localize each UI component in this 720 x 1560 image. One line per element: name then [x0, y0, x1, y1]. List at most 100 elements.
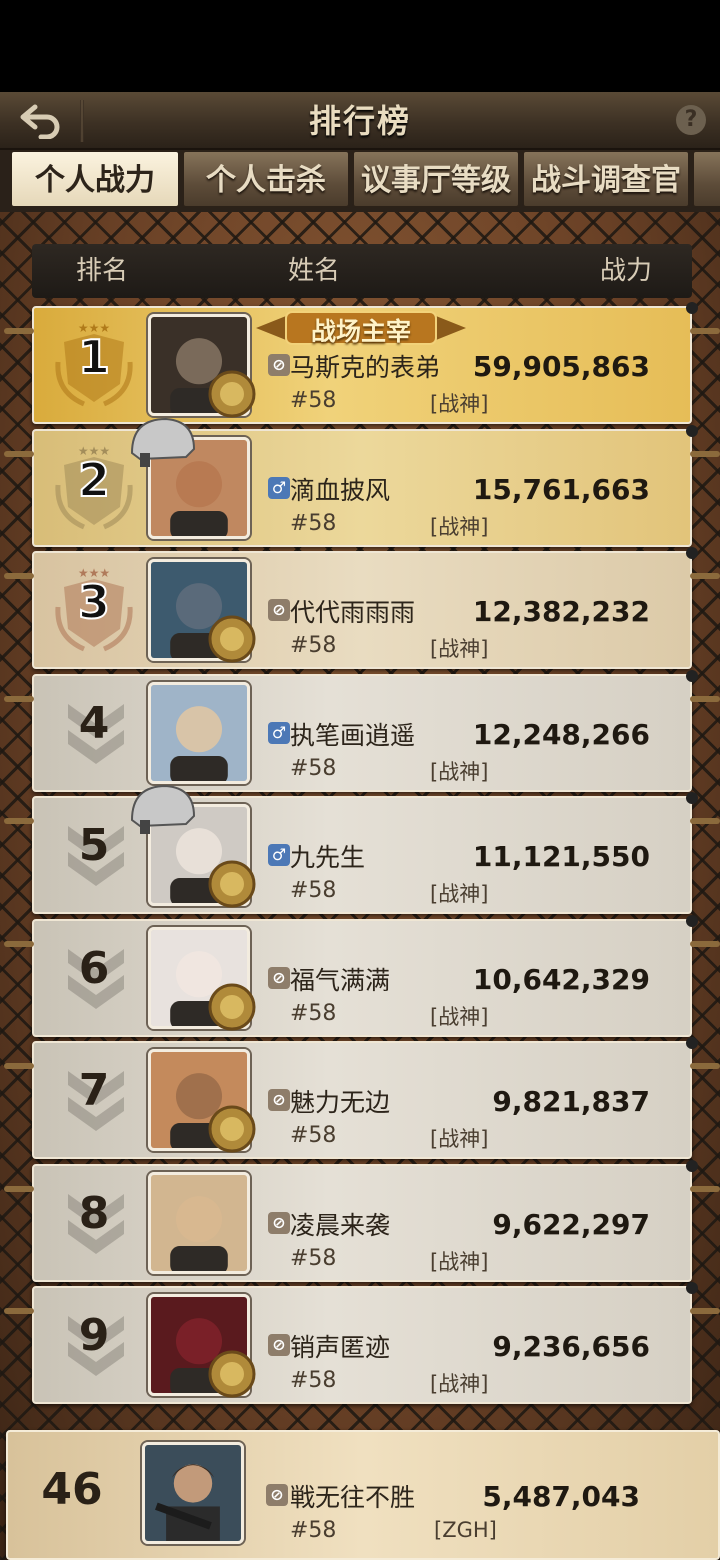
rope [4, 818, 34, 824]
player-server: #58 [290, 510, 337, 536]
player-name: 福气满满 [290, 965, 391, 995]
gender-icon: ⊘ [268, 599, 290, 621]
page-title: 排行榜 [308, 102, 411, 140]
help-button[interactable]: ? [676, 105, 706, 135]
rank-number: 9 [78, 1310, 110, 1361]
leaderboard-row[interactable]: ★★★ 3 ⊘ 代代雨雨雨 #58 [战神] 12,382,232 [4, 547, 720, 669]
player-alliance: [战神] [430, 1127, 489, 1151]
player-server: #58 [290, 1000, 337, 1026]
column-power: 战力 [599, 256, 652, 286]
leaderboard-row[interactable]: 7 ⊘ 魅力无边 #58 [战神] 9,821,837 [4, 1037, 720, 1159]
rope [4, 940, 34, 947]
gender-icon: ⊘ [268, 354, 290, 376]
player-alliance: [ZGH] [434, 1518, 497, 1542]
rank-number: 3 [77, 574, 111, 630]
rivet [686, 424, 698, 437]
helmet-icon [130, 784, 196, 834]
player-server: #58 [290, 633, 337, 658]
gender-icon: ⊘ [266, 1484, 288, 1506]
rivet [686, 914, 698, 927]
title-text: 战场主宰 [310, 317, 411, 346]
leaderboard-row[interactable]: 9 ⊘ 销声匿迹 #58 [战神] 9,236,656 [4, 1282, 720, 1404]
player-name: 滴血披风 [290, 475, 391, 505]
tab-battle-investigator[interactable]: 战斗调查官 [522, 150, 690, 208]
leaderboard-row[interactable]: 4 ♂ 执笔画逍遥 #58 [战神] 12,248,266 [4, 669, 720, 792]
rope [4, 1063, 34, 1069]
gender-icon: ♂ [268, 476, 290, 499]
gender-icon: ⊘ [268, 1334, 290, 1356]
player-name: 马斯克的表弟 [290, 353, 441, 382]
rope [690, 1063, 720, 1069]
tab-bar: 个人战力 个人击杀 议事厅等级 战斗调查官 [0, 150, 720, 212]
rivet [686, 792, 698, 804]
tab-personal-kills[interactable]: 个人击杀 [182, 150, 350, 208]
rope [690, 695, 720, 702]
player-alliance: [战神] [430, 514, 489, 539]
player-server: #58 [290, 1245, 337, 1271]
player-alliance: [战神] [430, 637, 489, 661]
rope [4, 1308, 34, 1314]
rivet [686, 547, 698, 559]
column-name: 姓名 [288, 256, 341, 286]
player-power: 59,905,863 [472, 350, 650, 383]
player-power: 11,121,550 [472, 840, 650, 873]
leaderboard-row[interactable]: 8 ⊘ 凌晨来袭 #58 [战神] 9,622,297 [4, 1159, 720, 1282]
leaderboard-row[interactable]: ★★★ 2 ♂ 滴血披风 #58 [战神] 15,761,663 [4, 417, 720, 547]
badge-icon [208, 370, 256, 418]
tab-personal-power[interactable]: 个人战力 [10, 150, 180, 208]
rank-number: 8 [78, 1187, 110, 1239]
rope [4, 695, 34, 702]
rope [690, 818, 720, 824]
rope [690, 1185, 720, 1192]
avatar[interactable] [142, 1442, 244, 1544]
badge-icon [208, 983, 256, 1030]
rope [4, 450, 34, 457]
player-server: #58 [290, 878, 337, 903]
rank-number: 4 [78, 697, 110, 749]
helmet-icon [130, 417, 196, 467]
rank-number: 7 [78, 1065, 110, 1116]
player-power: 9,821,837 [492, 1085, 650, 1118]
badge-icon [208, 615, 256, 663]
player-name: 凌晨来袭 [290, 1210, 391, 1240]
self-rank-row[interactable]: 46 ⊘ 戦无往不胜 #58 [ZGH] 5,487,043 [6, 1430, 720, 1560]
tab-hall-level[interactable]: 议事厅等级 [352, 150, 520, 208]
rivet [686, 302, 698, 314]
player-name: 代代雨雨雨 [290, 598, 416, 627]
player-alliance: [战神] [430, 759, 489, 784]
rope [690, 940, 720, 947]
player-server: #58 [290, 1368, 337, 1393]
player-server: #58 [290, 1518, 337, 1543]
leaderboard-row[interactable]: ★★★ 1 ⊘ 马斯克的表弟 #58 [战神] 59,905,863 战场主宰 [4, 302, 720, 424]
rope [690, 328, 720, 334]
avatar[interactable] [148, 681, 250, 784]
player-server: #58 [290, 388, 337, 413]
top-bar: 排行榜 ? [0, 92, 720, 150]
player-power: 5,487,043 [482, 1480, 640, 1513]
player-power: 9,236,656 [492, 1330, 650, 1363]
rivet [686, 1037, 698, 1049]
status-bar [0, 0, 720, 92]
player-power: 12,382,232 [472, 595, 650, 628]
tab-more[interactable] [692, 150, 720, 208]
gender-icon: ♂ [268, 844, 290, 866]
rank-number: 46 [41, 1464, 103, 1515]
rivet [686, 1282, 698, 1294]
leaderboard-row[interactable]: 5 ♂ 九先生 #58 [战神] 11,121,550 [4, 784, 720, 914]
player-server: #58 [290, 1123, 337, 1148]
rank-number: 5 [78, 820, 110, 871]
player-power: 10,642,329 [472, 962, 650, 996]
column-rank: 排名 [76, 256, 129, 286]
rope [4, 573, 34, 579]
avatar[interactable] [148, 1171, 250, 1274]
rivet [686, 1159, 698, 1172]
player-alliance: [战神] [430, 882, 489, 906]
badge-icon [208, 1350, 256, 1398]
rope [690, 573, 720, 579]
gender-icon: ⊘ [268, 1089, 290, 1111]
player-name: 九先生 [290, 843, 366, 872]
player-name: 执笔画逍遥 [290, 720, 416, 750]
player-power: 9,622,297 [492, 1207, 650, 1241]
player-alliance: [战神] [430, 392, 489, 416]
leaderboard-row[interactable]: 6 ⊘ 福气满满 #58 [战神] 10,642,329 [4, 914, 720, 1037]
